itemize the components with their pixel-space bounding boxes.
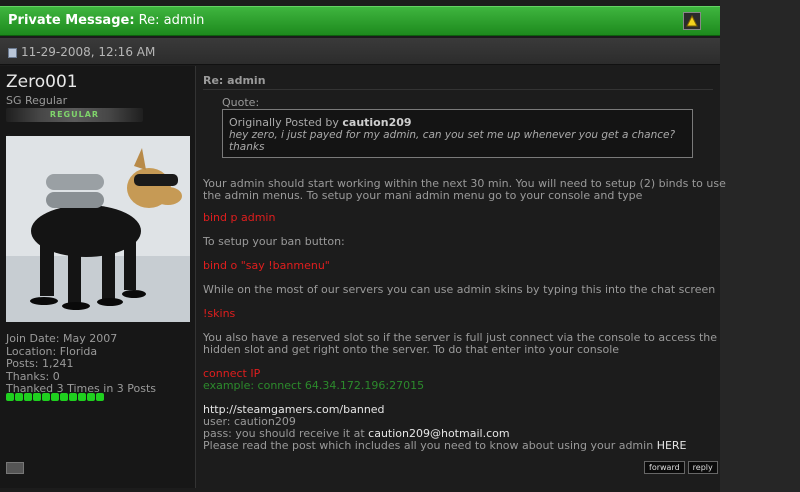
username-link[interactable]: Zero001 <box>6 72 78 92</box>
message-column: Re: admin Quote: Originally Posted by ca… <box>197 66 726 488</box>
rep-pip <box>42 393 50 401</box>
paragraph-3: While on the most of our servers you can… <box>203 283 716 296</box>
rep-pip <box>51 393 59 401</box>
paragraph-4b: hidden slot and get right onto the serve… <box>203 343 620 356</box>
rep-pip <box>78 393 86 401</box>
rank-badge: REGULAR <box>6 108 143 122</box>
forward-button[interactable]: forward <box>644 461 685 474</box>
post-date-bar: 11-29-2008, 12:16 AM <box>0 38 720 65</box>
post-date: 11-29-2008, 12:16 AM <box>21 45 156 59</box>
reputation-bar <box>6 393 104 401</box>
join-date: Join Date: May 2007 <box>6 332 118 345</box>
pm-title-subject: Re: admin <box>138 13 205 28</box>
avatar[interactable] <box>6 136 190 322</box>
command-banmenu: bind o "say !banmenu" <box>203 259 330 272</box>
final-line: Please read the post which includes all … <box>203 440 713 452</box>
rep-pip <box>6 393 14 401</box>
command-bind-admin: bind p admin <box>203 211 276 224</box>
user-info-column: Zero001 SG Regular REGULAR Join Date: Ma… <box>0 66 196 488</box>
paragraph-2: To setup your ban button: <box>203 235 345 248</box>
avatar-image <box>6 136 190 322</box>
rep-pip <box>87 393 95 401</box>
quote-author: caution209 <box>342 116 412 129</box>
post-count: Posts: 1,241 <box>6 357 74 370</box>
user-profile-icon[interactable] <box>6 462 24 474</box>
final-prefix: Please read the post which includes all … <box>203 439 654 452</box>
post-icon <box>8 48 17 58</box>
quote-attribution: Originally Posted by caution209 <box>229 116 412 129</box>
reply-button[interactable]: reply <box>687 461 718 474</box>
quote-text: hey zero, i just payed for my admin, can… <box>229 129 676 153</box>
pm-title-prefix: Private Message: <box>8 13 135 28</box>
quote-label: Quote: <box>222 96 260 109</box>
rep-pip <box>24 393 32 401</box>
command-skins: !skins <box>203 307 236 320</box>
connect-example: example: connect 64.34.172.196:27015 <box>203 379 425 392</box>
pm-header: Private Message: Re: admin <box>0 6 720 36</box>
collapse-up-icon <box>686 15 698 27</box>
paragraph-1b: the admin menus. To setup your mani admi… <box>203 189 643 202</box>
user-stats: Join Date: May 2007 Location: Florida Po… <box>6 332 156 396</box>
rep-pip <box>15 393 23 401</box>
collapse-button[interactable] <box>683 12 701 30</box>
quote-box: Originally Posted by caution209 hey zero… <box>222 109 693 158</box>
user-title: SG Regular <box>6 94 68 107</box>
rep-pip <box>33 393 41 401</box>
rank-label: REGULAR <box>49 110 100 119</box>
quote-by-prefix: Originally Posted by <box>229 116 339 129</box>
message-divider <box>203 89 713 90</box>
page-gutter <box>720 0 800 492</box>
message-title: Re: admin <box>203 74 266 87</box>
here-link[interactable]: HERE <box>657 439 687 452</box>
rep-pip <box>69 393 77 401</box>
rep-pip <box>60 393 68 401</box>
pm-title: Private Message: Re: admin <box>8 13 204 28</box>
rep-pip <box>96 393 104 401</box>
post-buttons: forward reply <box>644 461 718 474</box>
